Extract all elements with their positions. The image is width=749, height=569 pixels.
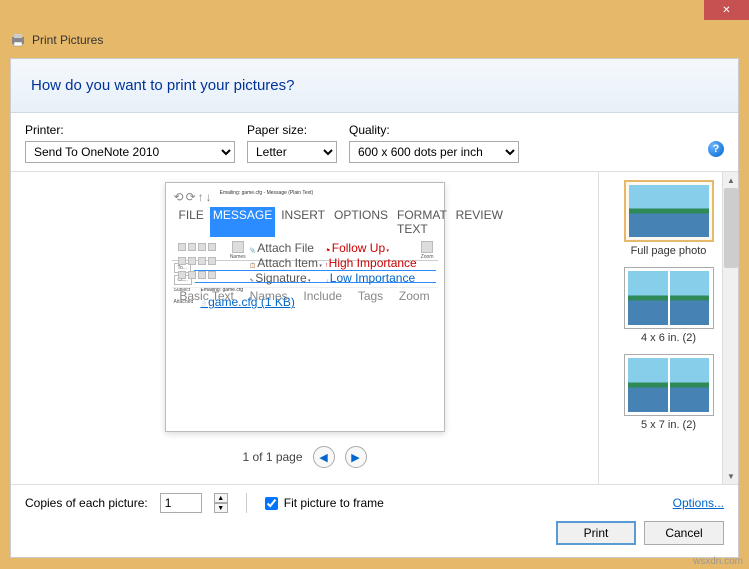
email-window-title: Emailing: game.cfg - Message (Plain Text… [220, 190, 314, 204]
layout-label-full: Full page photo [631, 245, 707, 257]
tab-message: MESSAGE [210, 207, 275, 237]
group-tags: Tags [358, 289, 383, 303]
quality-label: Quality: [349, 123, 519, 137]
cancel-button[interactable]: Cancel [644, 521, 724, 545]
title-bar: ✕ [0, 0, 749, 28]
scroll-thumb[interactable] [724, 188, 738, 268]
options-link[interactable]: Options... [673, 496, 724, 510]
window-title: Print Pictures [32, 33, 103, 47]
quality-select[interactable]: 600 x 600 dots per inch [349, 141, 519, 163]
page-indicator: 1 of 1 page [242, 450, 302, 464]
layout-label-4x6: 4 x 6 in. (2) [641, 332, 696, 344]
prev-page-button[interactable]: ◀ [313, 446, 335, 468]
cmd-high-importance: ! High Importance [326, 256, 417, 270]
separator [246, 493, 247, 513]
cmd-zoom: Zoom [421, 254, 434, 260]
group-include: Include [303, 289, 342, 303]
scroll-down-icon[interactable]: ▼ [724, 469, 738, 483]
scroll-up-icon[interactable]: ▲ [724, 173, 738, 187]
cmd-attach-item: 📋 Attach Item ▾ [250, 256, 322, 270]
layout-full-page[interactable]: Full page photo [614, 178, 724, 259]
group-basic-text: Basic Text [179, 289, 233, 303]
outlook-qat: ⟲⟳↑↓ Emailing: game.cfg - Message (Plain… [172, 189, 438, 205]
footer-controls: Copies of each picture: ▲ ▼ Fit picture … [11, 484, 738, 521]
dialog-button-row: Print Cancel [11, 521, 738, 557]
tab-insert: INSERT [278, 207, 328, 237]
copies-up-button[interactable]: ▲ [214, 493, 228, 503]
watermark: wsxdn.com [693, 556, 743, 567]
preview-pane: ⟲⟳↑↓ Emailing: game.cfg - Message (Plain… [11, 172, 598, 484]
paper-size-select[interactable]: Letter [247, 141, 337, 163]
tab-format-text: FORMAT TEXT [394, 207, 450, 237]
close-button[interactable]: ✕ [704, 0, 749, 20]
printer-label: Printer: [25, 123, 235, 137]
cmd-follow-up: ⚑ Follow Up ▾ [326, 241, 417, 255]
print-options-row: Printer: Send To OneNote 2010 Paper size… [11, 113, 738, 171]
layout-5x7[interactable]: 5 x 7 in. (2) [614, 352, 724, 433]
paper-size-label: Paper size: [247, 123, 337, 137]
copies-input[interactable] [160, 493, 202, 513]
printer-select[interactable]: Send To OneNote 2010 [25, 141, 235, 163]
outlook-ribbon: FILE MESSAGE INSERT OPTIONS FORMAT TEXT … [172, 205, 438, 261]
main-area: ⟲⟳↑↓ Emailing: game.cfg - Message (Plain… [11, 171, 738, 484]
layout-4x6[interactable]: 4 x 6 in. (2) [614, 265, 724, 346]
fit-picture-label: Fit picture to frame [284, 496, 384, 510]
layout-scrollbar[interactable]: ▲ ▼ [722, 172, 738, 484]
cmd-signature: ✎ Signature ▾ [250, 271, 322, 285]
cmd-attach-file: 📎 Attach File [250, 241, 322, 255]
help-icon[interactable]: ? [708, 141, 724, 157]
question-heading: How do you want to print your pictures? [11, 59, 738, 113]
fit-picture-checkbox[interactable]: Fit picture to frame [265, 496, 384, 510]
fit-picture-input[interactable] [265, 497, 278, 510]
print-pictures-window: ✕ Print Pictures How do you want to prin… [0, 0, 749, 569]
title-row: Print Pictures [0, 28, 749, 58]
copies-spinner: ▲ ▼ [214, 493, 228, 513]
page-navigation: 1 of 1 page ◀ ▶ [242, 446, 366, 468]
copies-down-button[interactable]: ▼ [214, 503, 228, 513]
print-button[interactable]: Print [556, 521, 636, 545]
print-pictures-icon [10, 32, 26, 48]
tab-review: REVIEW [453, 207, 506, 237]
next-page-button[interactable]: ▶ [345, 446, 367, 468]
print-preview-page: ⟲⟳↑↓ Emailing: game.cfg - Message (Plain… [165, 182, 445, 432]
group-zoom: Zoom [399, 289, 430, 303]
layout-label-5x7: 5 x 7 in. (2) [641, 419, 696, 431]
cmd-low-importance: ↓ Low Importance [326, 271, 417, 285]
layout-pane: Full page photo 4 x 6 in. (2) 5 x 7 in. … [598, 172, 738, 484]
cmd-names: Names [230, 254, 246, 260]
copies-label: Copies of each picture: [25, 496, 148, 510]
tab-options: OPTIONS [331, 207, 391, 237]
tab-file: FILE [176, 207, 207, 237]
group-names: Names [250, 289, 288, 303]
dialog-body: How do you want to print your pictures? … [10, 58, 739, 558]
